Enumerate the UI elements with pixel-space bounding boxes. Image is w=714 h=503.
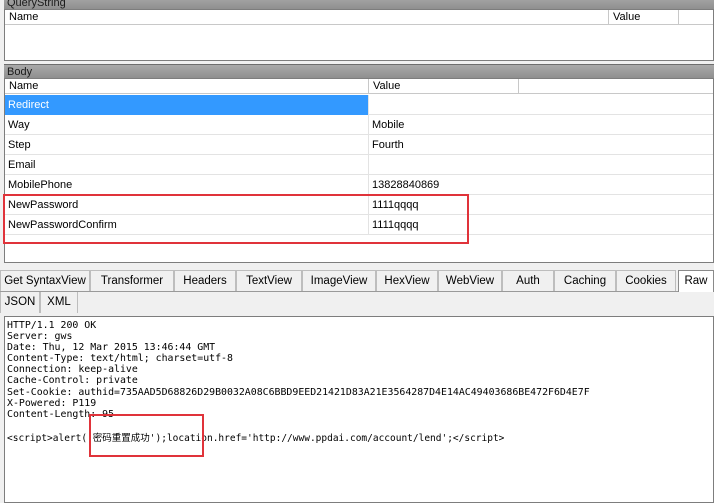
row-name: Redirect (5, 95, 369, 115)
inspector-subtabs: JSON XML (0, 292, 714, 314)
row-value: Fourth (372, 139, 404, 151)
tab-hexview[interactable]: HexView (376, 270, 438, 291)
body-header: Body (4, 64, 714, 78)
raw-line: Date: Thu, 12 Mar 2015 13:46:44 GMT (7, 342, 216, 354)
row-name: Way (5, 115, 369, 135)
raw-response-view[interactable]: HTTP/1.1 200 OK Server: gws Date: Thu, 1… (4, 316, 714, 503)
row-value (369, 155, 713, 175)
tab-raw[interactable]: Raw (678, 270, 714, 292)
row-value: 1111qqqq (372, 219, 419, 231)
table-row[interactable]: Email (5, 155, 713, 175)
tab-webview[interactable]: WebView (438, 270, 502, 291)
raw-line: Cache-Control: private (7, 375, 138, 387)
row-value: 1111qqqq (372, 199, 419, 211)
table-row[interactable]: Step Fourth (5, 135, 713, 155)
tab-auth[interactable]: Auth (502, 270, 554, 291)
querystring-header: QueryString (4, 0, 714, 9)
raw-line: Content-Type: text/html; charset=utf-8 (7, 353, 233, 365)
raw-line: Connection: keep-alive (7, 364, 138, 376)
body-title: Body (7, 66, 33, 78)
body-grid[interactable]: Name Value Redirect Way Mobile Step Four… (4, 78, 714, 263)
tab-transformer[interactable]: Transformer (90, 270, 174, 291)
row-name: Step (5, 135, 369, 155)
table-row[interactable]: NewPassword 1111qqqq (5, 195, 713, 215)
row-name: NewPassword (5, 195, 369, 215)
row-name: NewPasswordConfirm (5, 215, 369, 235)
row-value: Mobile (372, 119, 405, 131)
raw-response-headers: HTTP/1.1 200 OK Server: gws Date: Thu, 1… (5, 317, 713, 420)
tab-get-syntaxview[interactable]: Get SyntaxView (0, 270, 90, 291)
inspector-tabs: Get SyntaxView Transformer Headers TextV… (0, 270, 714, 292)
tab-cookies[interactable]: Cookies (616, 270, 676, 291)
row-name: Email (5, 155, 369, 175)
tab-imageview[interactable]: ImageView (302, 270, 376, 291)
body-col-value[interactable]: Value (369, 79, 519, 94)
raw-response-body: <script>alert('密码重置成功');location.href='h… (7, 433, 505, 444)
tab-headers[interactable]: Headers (174, 270, 236, 291)
row-name: MobilePhone (5, 175, 369, 195)
raw-line: HTTP/1.1 200 OK (7, 320, 97, 331)
querystring-col-value[interactable]: Value (609, 10, 679, 25)
querystring-col-name[interactable]: Name (5, 10, 609, 25)
row-value: 13828840869 (372, 179, 440, 191)
querystring-grid[interactable]: Name Value (4, 9, 714, 61)
tab-caching[interactable]: Caching (554, 270, 616, 291)
raw-line: Set-Cookie: authid=735AAD5D68826D29B0032… (7, 386, 590, 398)
table-row[interactable]: MobilePhone 13828840869 (5, 175, 713, 195)
querystring-grid-header: Name Value (5, 10, 713, 25)
fiddler-inspector: QueryString Name Value Body Name Value R… (0, 0, 714, 503)
table-row[interactable]: Redirect (5, 95, 713, 115)
tab-json[interactable]: JSON (0, 292, 40, 313)
table-row[interactable]: NewPasswordConfirm 1111qqqq (5, 215, 713, 235)
raw-line: Content-Length: 95 (7, 408, 115, 420)
tab-xml[interactable]: XML (40, 292, 78, 313)
body-col-name[interactable]: Name (5, 79, 369, 94)
body-grid-header: Name Value (5, 79, 713, 94)
raw-line: Server: gws (7, 331, 73, 343)
row-value (369, 95, 713, 115)
table-row[interactable]: Way Mobile (5, 115, 713, 135)
querystring-title: QueryString (7, 0, 66, 9)
tab-textview[interactable]: TextView (236, 270, 302, 291)
raw-line: X-Powered: P119 (7, 397, 97, 409)
